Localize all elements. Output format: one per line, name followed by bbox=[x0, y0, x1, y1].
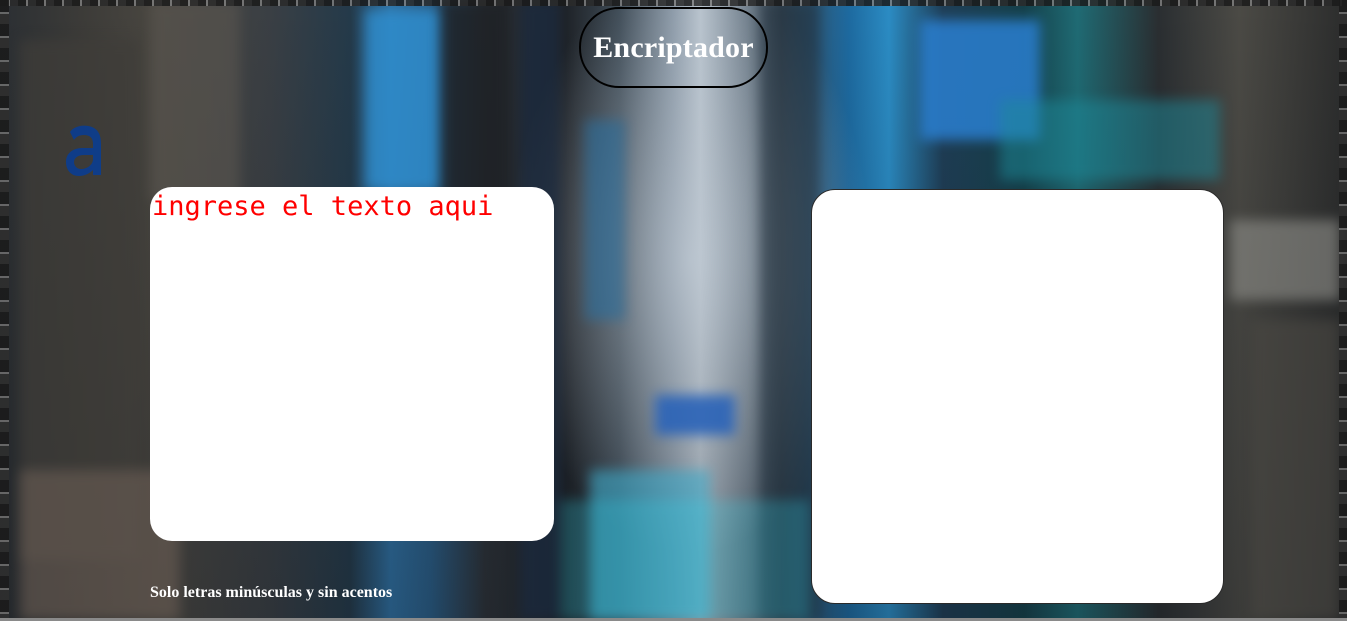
top-border bbox=[0, 0, 1347, 6]
page-title: Encriptador bbox=[593, 30, 754, 64]
app-page: Encriptador Solo letras minúsculas y sin… bbox=[0, 0, 1347, 621]
text-input[interactable] bbox=[150, 187, 554, 541]
alura-a-logo-icon bbox=[66, 125, 101, 176]
input-hint: Solo letras minúsculas y sin acentos bbox=[150, 584, 393, 601]
left-border bbox=[0, 0, 9, 621]
right-border bbox=[1339, 0, 1347, 621]
result-output[interactable] bbox=[811, 189, 1224, 604]
title-container: Encriptador bbox=[579, 7, 768, 88]
